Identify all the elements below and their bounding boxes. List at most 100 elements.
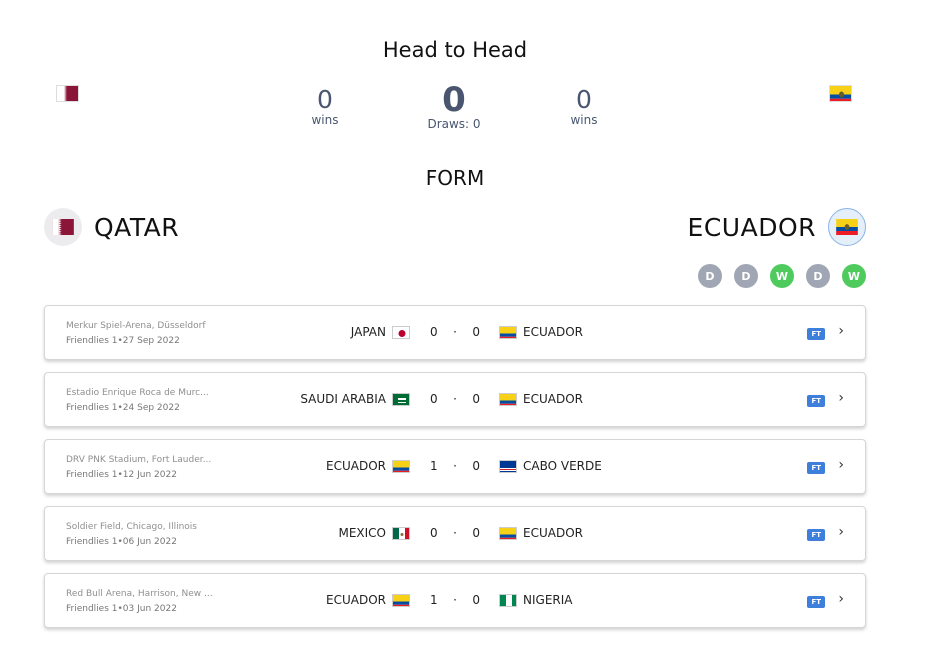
- score-separator: ·: [453, 593, 457, 607]
- match-score: 0 · 0: [430, 325, 480, 339]
- match-away-team: CABO VERDE: [499, 459, 602, 473]
- match-venue: Red Bull Arena, Harrison, New ...: [66, 589, 213, 599]
- home-team-label: ECUADOR: [326, 593, 386, 607]
- match-away-team: ECUADOR: [499, 325, 583, 339]
- home-wins-label: wins: [311, 113, 339, 127]
- home-team-header[interactable]: QATAR: [44, 208, 179, 246]
- match-venue: DRV PNK Stadium, Fort Lauder...: [66, 455, 212, 465]
- match-row[interactable]: Red Bull Arena, Harrison, New ... Friend…: [44, 573, 866, 628]
- match-home-team: JAPAN: [351, 325, 410, 339]
- chevron-right-icon[interactable]: ›: [838, 390, 844, 406]
- away-score: 0: [472, 392, 480, 406]
- away-wins-stat: 0 wins: [559, 86, 609, 127]
- away-team-label: ECUADOR: [523, 325, 583, 339]
- away-score: 0: [472, 593, 480, 607]
- match-score: 0 · 0: [430, 392, 480, 406]
- match-home-team: ECUADOR: [326, 593, 410, 607]
- draws-total: 0: [442, 80, 466, 120]
- match-row[interactable]: DRV PNK Stadium, Fort Lauder... Friendli…: [44, 439, 866, 494]
- cabo-verde-flag-icon: [499, 459, 517, 473]
- away-wins-count: 0: [576, 85, 592, 114]
- chevron-right-icon[interactable]: ›: [838, 591, 844, 607]
- full-time-badge: FT: [807, 596, 825, 608]
- match-score: 1 · 0: [430, 593, 480, 607]
- match-row[interactable]: Merkur Spiel-Arena, Düsseldorf Friendlie…: [44, 305, 866, 360]
- away-team-label: CABO VERDE: [523, 459, 602, 473]
- away-team-label: ECUADOR: [523, 392, 583, 406]
- away-team-name: ECUADOR: [687, 212, 816, 242]
- match-score: 0 · 0: [430, 526, 480, 540]
- match-meta: Friendlies 1•06 Jun 2022: [66, 537, 177, 547]
- match-away-team: NIGERIA: [499, 593, 572, 607]
- score-separator: ·: [453, 392, 457, 406]
- match-home-team: SAUDI ARABIA: [300, 392, 410, 406]
- japan-flag-icon: [392, 325, 410, 339]
- form-badge: W: [842, 264, 866, 288]
- match-home-team: MEXICO: [338, 526, 410, 540]
- draws-stat: 0 Draws: 0: [414, 82, 494, 131]
- match-away-team: ECUADOR: [499, 526, 583, 540]
- form-badge: D: [806, 264, 830, 288]
- chevron-right-icon[interactable]: ›: [838, 323, 844, 339]
- home-team-label: MEXICO: [338, 526, 386, 540]
- match-meta: Friendlies 1•03 Jun 2022: [66, 604, 177, 614]
- away-score: 0: [472, 459, 480, 473]
- full-time-badge: FT: [807, 462, 825, 474]
- home-wins-count: 0: [317, 85, 333, 114]
- home-score: 0: [430, 325, 438, 339]
- form-badge: W: [770, 264, 794, 288]
- score-separator: ·: [453, 526, 457, 540]
- home-score: 0: [430, 526, 438, 540]
- head-to-head-title: Head to Head: [382, 38, 528, 62]
- home-wins-stat: 0 wins: [300, 86, 350, 127]
- ecuador-flag-icon: [499, 325, 517, 339]
- match-list: Merkur Spiel-Arena, Düsseldorf Friendlie…: [44, 305, 866, 640]
- match-score: 1 · 0: [430, 459, 480, 473]
- home-score: 0: [430, 392, 438, 406]
- match-meta: Friendlies 1•12 Jun 2022: [66, 470, 177, 480]
- ecuador-flag-icon: [392, 593, 410, 607]
- form-title: FORM: [425, 166, 485, 190]
- home-score: 1: [430, 459, 438, 473]
- ecuador-flag-icon: [499, 526, 517, 540]
- saudi-arabia-flag-icon: [392, 392, 410, 406]
- match-away-team: ECUADOR: [499, 392, 583, 406]
- match-venue: Estadio Enrique Roca de Murc...: [66, 388, 209, 398]
- match-venue: Merkur Spiel-Arena, Düsseldorf: [66, 321, 206, 331]
- ecuador-flag-icon: [829, 85, 852, 102]
- away-wins-label: wins: [570, 113, 598, 127]
- match-meta: Friendlies 1•27 Sep 2022: [66, 336, 180, 346]
- match-row[interactable]: Estadio Enrique Roca de Murc... Friendli…: [44, 372, 866, 427]
- home-team-label: SAUDI ARABIA: [300, 392, 386, 406]
- mexico-flag-icon: [392, 526, 410, 540]
- ecuador-flag-icon: [499, 392, 517, 406]
- home-team-label: JAPAN: [350, 325, 386, 339]
- qatar-logo-icon: [44, 208, 82, 246]
- home-score: 1: [430, 593, 438, 607]
- full-time-badge: FT: [807, 395, 825, 407]
- away-team-label: NIGERIA: [523, 593, 573, 607]
- score-separator: ·: [453, 325, 457, 339]
- ecuador-logo-icon: [828, 208, 866, 246]
- form-badge: D: [698, 264, 722, 288]
- score-separator: ·: [453, 459, 457, 473]
- away-form-badges: D D W D W: [698, 264, 866, 288]
- draws-label: Draws: 0: [427, 117, 481, 131]
- qatar-flag-icon: [56, 85, 79, 102]
- nigeria-flag-icon: [499, 593, 517, 607]
- full-time-badge: FT: [807, 328, 825, 340]
- away-team-label: ECUADOR: [523, 526, 583, 540]
- match-row[interactable]: Soldier Field, Chicago, Illinois Friendl…: [44, 506, 866, 561]
- match-venue: Soldier Field, Chicago, Illinois: [66, 522, 197, 532]
- match-home-team: ECUADOR: [326, 459, 410, 473]
- away-score: 0: [472, 325, 480, 339]
- chevron-right-icon[interactable]: ›: [838, 457, 844, 473]
- ecuador-flag-icon: [392, 459, 410, 473]
- form-badge: D: [734, 264, 758, 288]
- away-team-header[interactable]: ECUADOR: [688, 208, 866, 246]
- home-team-label: ECUADOR: [326, 459, 386, 473]
- full-time-badge: FT: [807, 529, 825, 541]
- home-team-name: QATAR: [94, 212, 180, 242]
- match-meta: Friendlies 1•24 Sep 2022: [66, 403, 180, 413]
- chevron-right-icon[interactable]: ›: [838, 524, 844, 540]
